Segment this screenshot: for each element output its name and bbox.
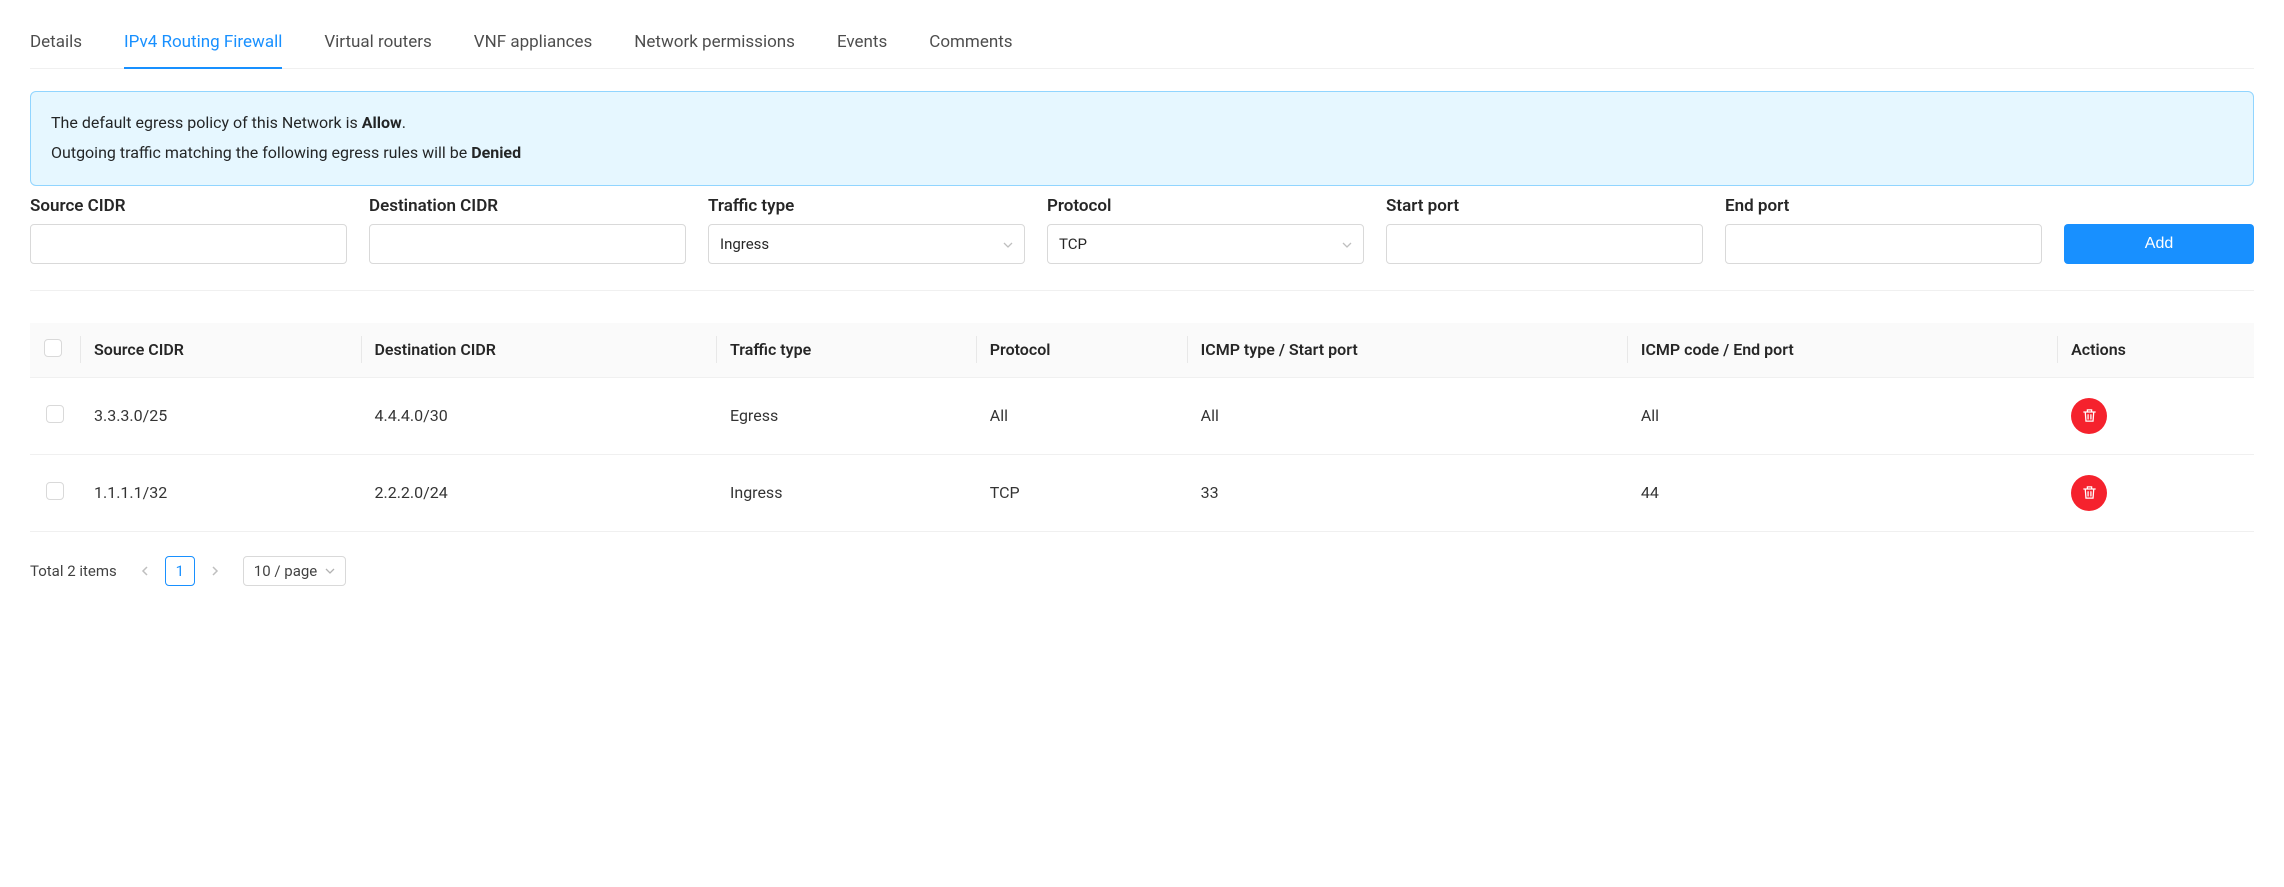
tab-vnf-appliances[interactable]: VNF appliances bbox=[474, 20, 593, 68]
pagination-size-select[interactable]: 10 / page bbox=[243, 556, 346, 586]
divider bbox=[30, 290, 2254, 291]
tab-network-permissions[interactable]: Network permissions bbox=[634, 20, 795, 68]
pagination-prev[interactable] bbox=[131, 557, 159, 585]
chevron-left-icon bbox=[141, 566, 149, 576]
dest-cidr-label: Destination CIDR bbox=[369, 196, 686, 216]
pagination-page-1[interactable]: 1 bbox=[165, 556, 195, 586]
trash-icon bbox=[2081, 407, 2098, 424]
protocol-value: TCP bbox=[1059, 235, 1087, 253]
egress-policy-alert: The default egress policy of this Networ… bbox=[30, 91, 2254, 186]
tab-virtual-routers[interactable]: Virtual routers bbox=[324, 20, 431, 68]
end-port-input[interactable] bbox=[1725, 224, 2042, 264]
alert-line2-a: Outgoing traffic matching the following … bbox=[51, 143, 471, 162]
col-traffic-type: Traffic type bbox=[716, 323, 976, 378]
col-dest-cidr: Destination CIDR bbox=[361, 323, 717, 378]
table-row: 3.3.3.0/25 4.4.4.0/30 Egress All All All bbox=[30, 377, 2254, 454]
col-protocol: Protocol bbox=[976, 323, 1187, 378]
tab-details[interactable]: Details bbox=[30, 20, 82, 68]
traffic-type-select[interactable]: Ingress bbox=[708, 224, 1025, 264]
tab-comments[interactable]: Comments bbox=[929, 20, 1012, 68]
delete-button[interactable] bbox=[2071, 398, 2107, 434]
delete-button[interactable] bbox=[2071, 475, 2107, 511]
pagination-next[interactable] bbox=[201, 557, 229, 585]
tab-ipv4-firewall[interactable]: IPv4 Routing Firewall bbox=[124, 20, 282, 68]
chevron-down-icon bbox=[325, 568, 335, 574]
cell-dest: 4.4.4.0/30 bbox=[361, 377, 717, 454]
tabs: Details IPv4 Routing Firewall Virtual ro… bbox=[30, 0, 2254, 69]
cell-end: 44 bbox=[1627, 454, 2057, 531]
start-port-input[interactable] bbox=[1386, 224, 1703, 264]
cell-start: 33 bbox=[1187, 454, 1627, 531]
source-cidr-input[interactable] bbox=[30, 224, 347, 264]
protocol-select[interactable]: TCP bbox=[1047, 224, 1364, 264]
row-checkbox[interactable] bbox=[46, 405, 64, 423]
alert-line1-c: . bbox=[402, 113, 406, 132]
cell-protocol: TCP bbox=[976, 454, 1187, 531]
cell-source: 1.1.1.1/32 bbox=[80, 454, 361, 531]
rules-table: Source CIDR Destination CIDR Traffic typ… bbox=[30, 323, 2254, 532]
start-port-label: Start port bbox=[1386, 196, 1703, 216]
col-actions: Actions bbox=[2057, 323, 2254, 378]
col-icmp-end: ICMP code / End port bbox=[1627, 323, 2057, 378]
cell-dest: 2.2.2.0/24 bbox=[361, 454, 717, 531]
source-cidr-label: Source CIDR bbox=[30, 196, 347, 216]
alert-line2-b: Denied bbox=[471, 143, 521, 162]
chevron-down-icon bbox=[1003, 237, 1013, 251]
chevron-down-icon bbox=[1342, 237, 1352, 251]
col-source-cidr: Source CIDR bbox=[80, 323, 361, 378]
cell-traffic: Ingress bbox=[716, 454, 976, 531]
end-port-label: End port bbox=[1725, 196, 2042, 216]
table-row: 1.1.1.1/32 2.2.2.0/24 Ingress TCP 33 44 bbox=[30, 454, 2254, 531]
select-all-checkbox[interactable] bbox=[44, 339, 62, 357]
pagination-size-value: 10 / page bbox=[254, 562, 317, 580]
alert-line1-a: The default egress policy of this Networ… bbox=[51, 113, 362, 132]
traffic-type-value: Ingress bbox=[720, 235, 769, 253]
dest-cidr-input[interactable] bbox=[369, 224, 686, 264]
tab-events[interactable]: Events bbox=[837, 20, 887, 68]
rule-form: Source CIDR Destination CIDR Traffic typ… bbox=[30, 196, 2254, 264]
pagination: Total 2 items 1 10 / page bbox=[30, 556, 2254, 586]
alert-line1-b: Allow bbox=[362, 113, 402, 132]
cell-start: All bbox=[1187, 377, 1627, 454]
row-checkbox[interactable] bbox=[46, 482, 64, 500]
cell-protocol: All bbox=[976, 377, 1187, 454]
col-icmp-start: ICMP type / Start port bbox=[1187, 323, 1627, 378]
protocol-label: Protocol bbox=[1047, 196, 1364, 216]
add-button[interactable]: Add bbox=[2064, 224, 2254, 264]
cell-traffic: Egress bbox=[716, 377, 976, 454]
traffic-type-label: Traffic type bbox=[708, 196, 1025, 216]
chevron-right-icon bbox=[211, 566, 219, 576]
cell-source: 3.3.3.0/25 bbox=[80, 377, 361, 454]
pagination-total: Total 2 items bbox=[30, 562, 117, 580]
trash-icon bbox=[2081, 484, 2098, 501]
cell-end: All bbox=[1627, 377, 2057, 454]
